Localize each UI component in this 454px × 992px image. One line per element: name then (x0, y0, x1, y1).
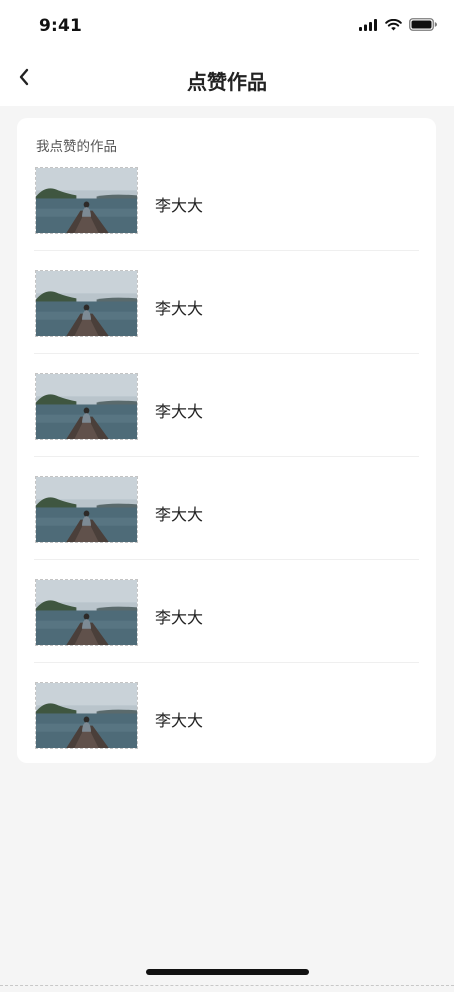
bottom-divider (0, 985, 454, 986)
home-indicator[interactable] (146, 969, 309, 975)
work-thumbnail[interactable] (35, 476, 138, 543)
lake-photo-image (36, 374, 137, 439)
work-author: 李大大 (155, 608, 204, 627)
liked-works-card: 我点赞的作品 李大大 李大大 李大大 李大大 李大大 李大大 (17, 118, 436, 763)
list-item[interactable]: 李大大 (34, 148, 419, 251)
lake-photo-image (36, 477, 137, 542)
battery-icon (409, 16, 437, 35)
status-time: 9:41 (39, 16, 83, 36)
wifi-icon (385, 16, 402, 35)
nav-bar: 点赞作品 (0, 52, 454, 106)
list-item[interactable]: 李大大 (34, 457, 419, 560)
status-icons (359, 17, 437, 33)
list-item[interactable]: 李大大 (34, 251, 419, 354)
page-title: 点赞作品 (187, 70, 267, 94)
status-bar: 9:41 (0, 0, 454, 52)
list-item[interactable]: 李大大 (34, 354, 419, 457)
works-list: 李大大 李大大 李大大 李大大 李大大 李大大 (34, 148, 419, 765)
lake-photo-image (36, 168, 137, 233)
work-author: 李大大 (155, 402, 204, 421)
work-thumbnail[interactable] (35, 579, 138, 646)
list-item[interactable]: 李大大 (34, 663, 419, 765)
work-thumbnail[interactable] (35, 682, 138, 749)
work-thumbnail[interactable] (35, 167, 138, 234)
lake-photo-image (36, 580, 137, 645)
work-thumbnail[interactable] (35, 270, 138, 337)
work-author: 李大大 (155, 711, 204, 730)
work-author: 李大大 (155, 505, 204, 524)
lake-photo-image (36, 683, 137, 748)
signal-icon (359, 16, 378, 35)
work-thumbnail[interactable] (35, 373, 138, 440)
work-author: 李大大 (155, 196, 204, 215)
work-author: 李大大 (155, 299, 204, 318)
list-item[interactable]: 李大大 (34, 560, 419, 663)
lake-photo-image (36, 271, 137, 336)
